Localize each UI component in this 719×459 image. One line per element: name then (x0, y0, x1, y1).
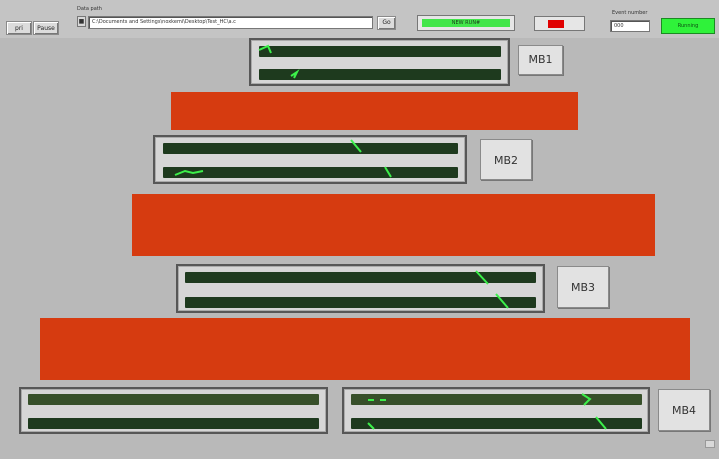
mb4-track-1 (28, 394, 319, 405)
resize-grip-icon[interactable] (705, 440, 715, 448)
mb2-channel-panel (153, 135, 467, 184)
running-indicator: Running (661, 18, 715, 34)
mb2-signal-trace (174, 139, 392, 178)
mb4-channel-panel-right (342, 387, 650, 434)
mb4-channel-panel-left (19, 387, 328, 434)
top-toolbar: pri Pause Data path ■ C:\Documents and S… (0, 0, 719, 38)
mb2-label: MB2 (480, 139, 532, 180)
stop-light-icon (548, 20, 564, 28)
pause-button[interactable]: Pause (33, 21, 59, 35)
data-path-label: Data path (77, 6, 102, 12)
go-button[interactable]: Go (377, 16, 396, 30)
mb1-channel-panel (249, 38, 510, 86)
mb3-label: MB3 (557, 266, 609, 308)
mb3-signal-bar (40, 318, 690, 380)
pri-button[interactable]: pri (6, 21, 32, 35)
mb4-signal-trace (367, 393, 607, 430)
mb3-signal-trace (475, 270, 509, 309)
mb1-label: MB1 (518, 45, 563, 75)
new-run-indicator: NEW RUN# (417, 15, 515, 31)
stop-indicator[interactable] (534, 16, 585, 31)
mb3-channel-panel (176, 264, 545, 313)
mb1-signal-trace (258, 44, 300, 79)
mb1-signal-bar (171, 92, 578, 130)
event-number-label: Event number (612, 10, 648, 16)
mb4-label: MB4 (658, 389, 710, 431)
data-path-field[interactable]: C:\Documents and Settings\noxkemi\Deskto… (88, 16, 373, 29)
new-run-label: NEW RUN# (422, 19, 510, 27)
event-number-field: 000 (610, 20, 650, 32)
mb4-track-2 (28, 418, 319, 429)
folder-icon[interactable]: ■ (77, 16, 86, 27)
mb2-signal-bar (132, 194, 655, 256)
